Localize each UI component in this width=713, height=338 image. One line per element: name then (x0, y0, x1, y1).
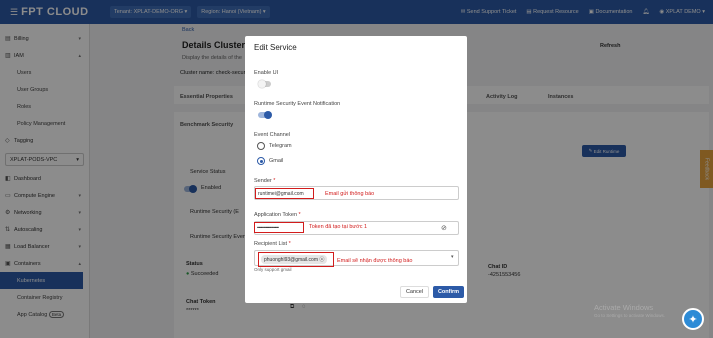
chat-assistant-button[interactable]: ✦ (682, 308, 704, 330)
token-label: Application Token * (254, 212, 301, 218)
gmail-radio[interactable] (257, 157, 265, 165)
token-value[interactable]: •••••••••••••••••••• (257, 225, 279, 230)
token-annotation: Token đã tạo tại bước 1 (309, 224, 368, 230)
runtime-notification-toggle[interactable] (258, 111, 272, 119)
chevron-down-icon[interactable]: ▾ (451, 254, 454, 260)
assistant-icon: ✦ (688, 313, 698, 326)
close-icon[interactable]: ⓧ (319, 256, 324, 263)
telegram-label: Telegram (269, 143, 292, 149)
required-mark: * (288, 241, 291, 247)
recipient-chip[interactable]: phuonghl93@gmail.com ⓧ (261, 255, 328, 264)
required-mark: * (298, 212, 301, 218)
activation-watermark: Activate Windows Go to Settings to activ… (594, 303, 665, 318)
edit-service-modal: Edit Service Enable UI Runtime Security … (245, 36, 467, 303)
watermark-line-1: Activate Windows (594, 303, 654, 312)
gmail-label: Gmail (269, 158, 284, 164)
confirm-button[interactable]: Confirm (433, 286, 464, 298)
watermark-line-2: Go to Settings to activate Windows. (594, 313, 666, 318)
enable-ui-toggle[interactable] (258, 80, 271, 88)
sender-value[interactable]: runtimei@gmail.com (258, 191, 304, 197)
sender-annotation: Email gửi thông báo (325, 191, 375, 197)
recipient-label-text: Recipient List (254, 241, 288, 247)
recipient-annotation: Email sẽ nhận được thông báo (337, 258, 413, 264)
event-channel-label: Event Channel (254, 132, 291, 138)
telegram-radio[interactable] (257, 142, 265, 150)
toggle-knob (258, 80, 266, 88)
modal-title: Edit Service (254, 43, 297, 52)
toggle-knob (264, 111, 272, 119)
recipient-help-text: Only support gmail (254, 267, 292, 272)
runtime-notification-label: Runtime Security Event Notification (254, 101, 341, 107)
recipient-label: Recipient List * (254, 241, 291, 247)
token-label-text: Application Token (254, 212, 298, 218)
cancel-button[interactable]: Cancel (400, 286, 429, 298)
sender-label: Sender * (254, 178, 275, 184)
sender-label-text: Sender (254, 178, 272, 184)
required-mark: * (273, 178, 276, 184)
enable-ui-label: Enable UI (254, 70, 279, 76)
recipient-chip-label: phuonghl93@gmail.com (264, 256, 318, 263)
eye-off-icon[interactable]: ⊘ (441, 224, 447, 232)
